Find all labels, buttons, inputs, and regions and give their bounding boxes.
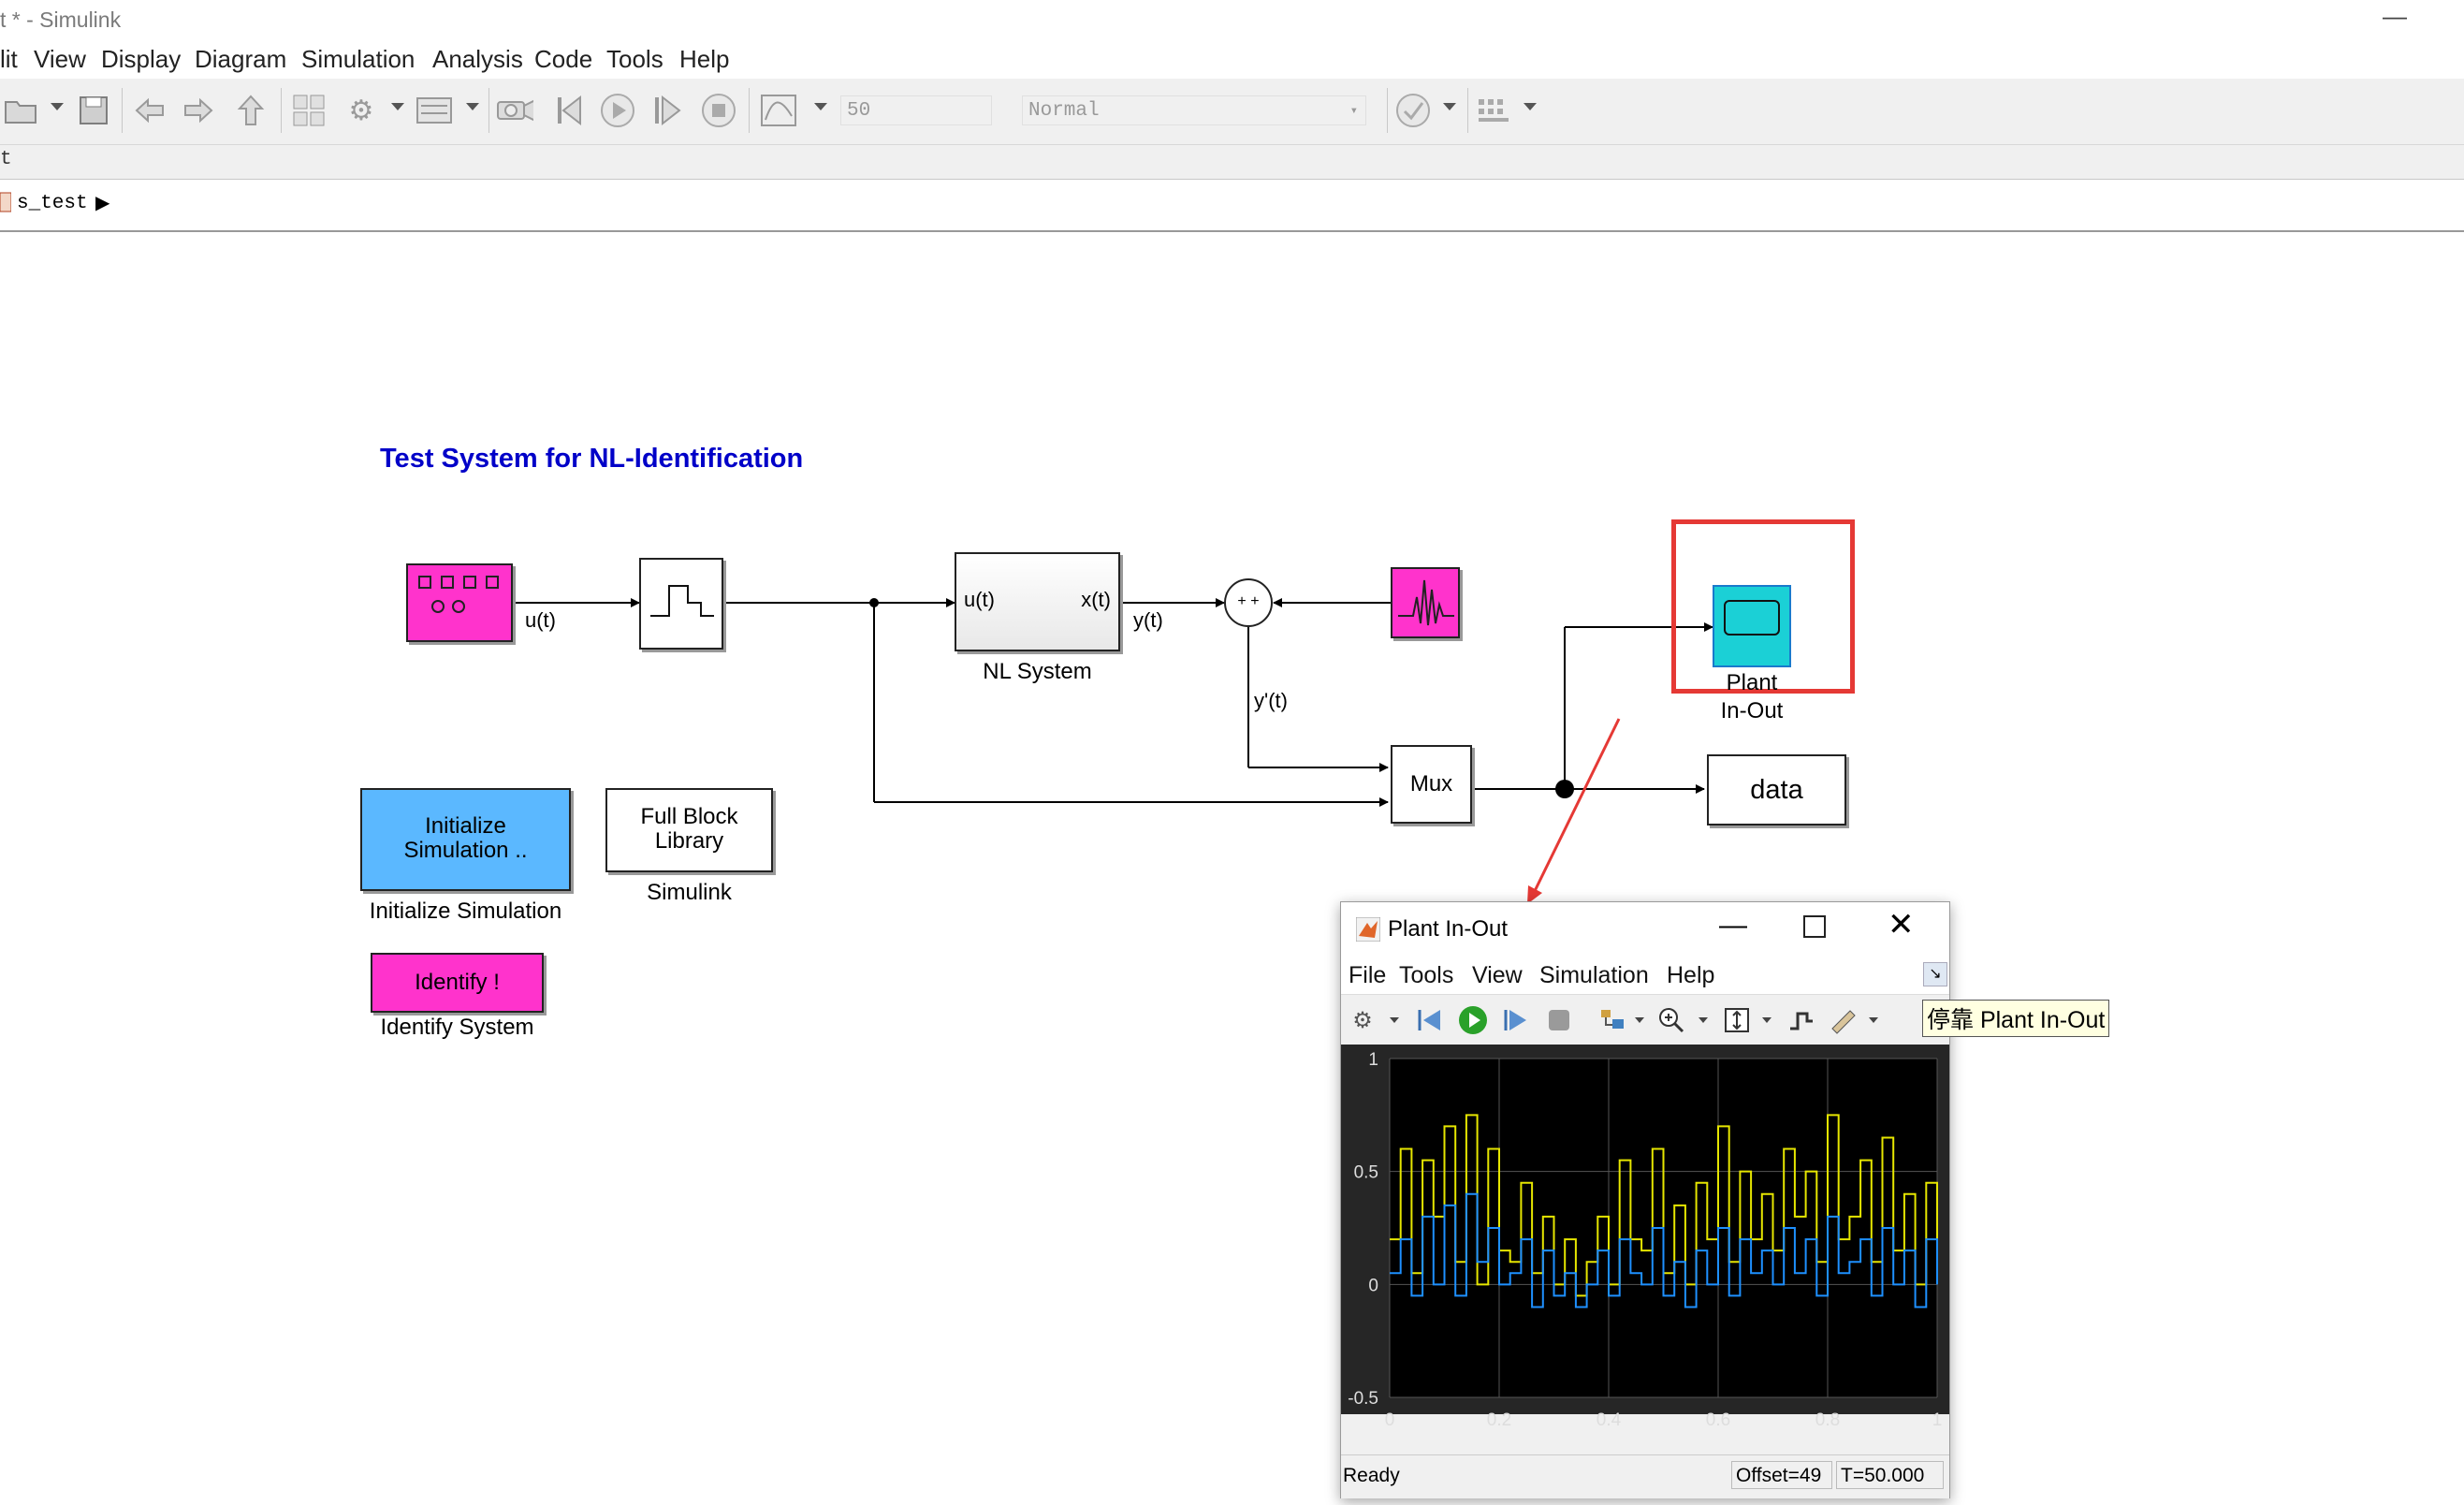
full-block-library-button[interactable]: Full Block Library [605,788,773,872]
identify-button-label: Identify ! [415,970,500,995]
scope-caption: Plant In-Out [1705,669,1799,725]
signal-label-yprime: y'(t) [1254,689,1288,712]
scope-caption-line1: Plant [1726,670,1778,695]
scope-settings-gear-icon[interactable]: ⚙ [1347,1004,1378,1036]
scope-window-title: Plant In-Out [1388,916,1509,942]
scope-menu-tools[interactable]: Tools [1399,962,1453,989]
scope-maximize-button[interactable] [1803,915,1826,938]
signal-label-u: u(t) [525,608,556,632]
triggers-icon[interactable] [1785,1004,1816,1036]
mux-block[interactable]: Mux [1391,745,1472,824]
scale-axes-icon[interactable] [1721,1004,1753,1036]
diagram-canvas[interactable]: Test System for NL-Identification u(t) u… [0,232,2464,1505]
dock-arrow-icon[interactable]: ↘ [1923,962,1947,986]
y-tick-label: 0.5 [1354,1163,1378,1183]
x-tick-label: 1 [1932,1410,1943,1430]
zero-order-hold-icon [650,585,714,617]
initialize-simulation-button[interactable]: Initialize Simulation .. [360,788,571,891]
zero-order-hold-block[interactable] [639,558,723,650]
highlight-signal-icon[interactable] [1597,1004,1629,1036]
step-back-icon[interactable] [1414,1004,1446,1036]
signal-lines [513,598,1713,904]
init-button-line1: Initialize [425,813,506,839]
scale-dropdown-icon[interactable] [1762,1017,1771,1023]
random-source-block[interactable] [406,563,513,642]
y-tick-label: 0 [1368,1276,1378,1295]
random-source-icon [418,576,499,613]
nl-output-port-label: x(t) [1081,588,1111,611]
diagram-title: Test System for NL-Identification [380,444,804,474]
zoom-dropdown-icon[interactable] [1699,1017,1708,1023]
initialize-simulation-caption: Initialize Simulation [369,899,562,924]
signal-label-y: y(t) [1133,608,1163,632]
x-tick-label: 0 [1385,1410,1395,1430]
mux-label: Mux [1409,771,1453,796]
noise-source-block[interactable] [1391,567,1460,638]
dock-tooltip: 停靠 Plant In-Out [1922,1000,2110,1037]
x-tick-label: 0.6 [1706,1410,1730,1430]
sum-block[interactable]: + + [1224,578,1273,627]
scope-close-button[interactable]: ✕ [1888,906,1915,943]
x-tick-label: 0.4 [1596,1410,1622,1430]
nl-system-block[interactable]: u(t) x(t) [955,552,1120,651]
scope-menu-help[interactable]: Help [1667,962,1714,989]
signal-dropdown-icon[interactable] [1635,1017,1644,1023]
scope-menu-view[interactable]: View [1472,962,1523,989]
scope-plot-area[interactable]: 0 0.2 0.4 0.6 0.8 1 1 0.5 0 -0.5 [1341,1045,1949,1430]
library-caption: Simulink [647,880,732,905]
library-button-line2: Library [654,828,724,854]
status-ready: Ready [1343,1465,1400,1486]
status-offset: Offset=49 [1731,1461,1832,1489]
scope-chart: 0 0.2 0.4 0.6 0.8 1 1 0.5 0 -0.5 [1348,1050,1943,1430]
step-forward-icon[interactable] [1500,1004,1532,1036]
scope-menu-file[interactable]: File [1349,962,1386,989]
zoom-in-icon[interactable] [1655,1004,1687,1036]
y-tick-label: 1 [1368,1050,1378,1070]
scope-caption-line2: In-Out [1720,698,1784,723]
scope-screen-icon [1724,600,1780,636]
nl-system-caption: NL System [983,659,1092,684]
identify-caption: Identify System [380,1015,534,1040]
init-button-line2: Simulation .. [403,838,528,863]
scope-title-bar: Plant In-Out — ✕ [1341,902,1949,957]
run-icon[interactable] [1457,1004,1489,1036]
scope-status-bar: Ready Offset=49 T=50.000 [1341,1454,1949,1498]
x-tick-label: 0.2 [1487,1410,1511,1430]
y-tick-label: -0.5 [1348,1389,1378,1409]
matlab-logo-icon [1355,916,1381,942]
noise-waveform-icon [1398,579,1454,626]
measurements-dropdown-icon[interactable] [1869,1017,1878,1023]
x-tick-label: 0.8 [1815,1410,1840,1430]
scope-block[interactable] [1713,585,1791,667]
scope-minimize-button[interactable]: — [1719,910,1747,942]
library-button-line1: Full Block [640,804,738,829]
scope-toolbar: ⚙ [1341,994,1949,1045]
scope-menu-simulation[interactable]: Simulation [1539,962,1649,989]
status-time: T=50.000 [1836,1461,1944,1489]
to-workspace-data-block[interactable]: data [1707,754,1846,826]
measurements-ruler-icon[interactable] [1828,1004,1859,1036]
stop-icon[interactable] [1543,1004,1575,1036]
identify-button[interactable]: Identify ! [371,953,544,1013]
scope-window[interactable]: Plant In-Out — ✕ File Tools View Simulat… [1340,901,1950,1498]
settings-dropdown-icon[interactable] [1390,1017,1399,1023]
scope-menu-bar: File Tools View Simulation Help ↘ [1341,957,1949,994]
nl-input-port-label: u(t) [964,588,995,611]
data-block-label: data [1750,775,1803,805]
